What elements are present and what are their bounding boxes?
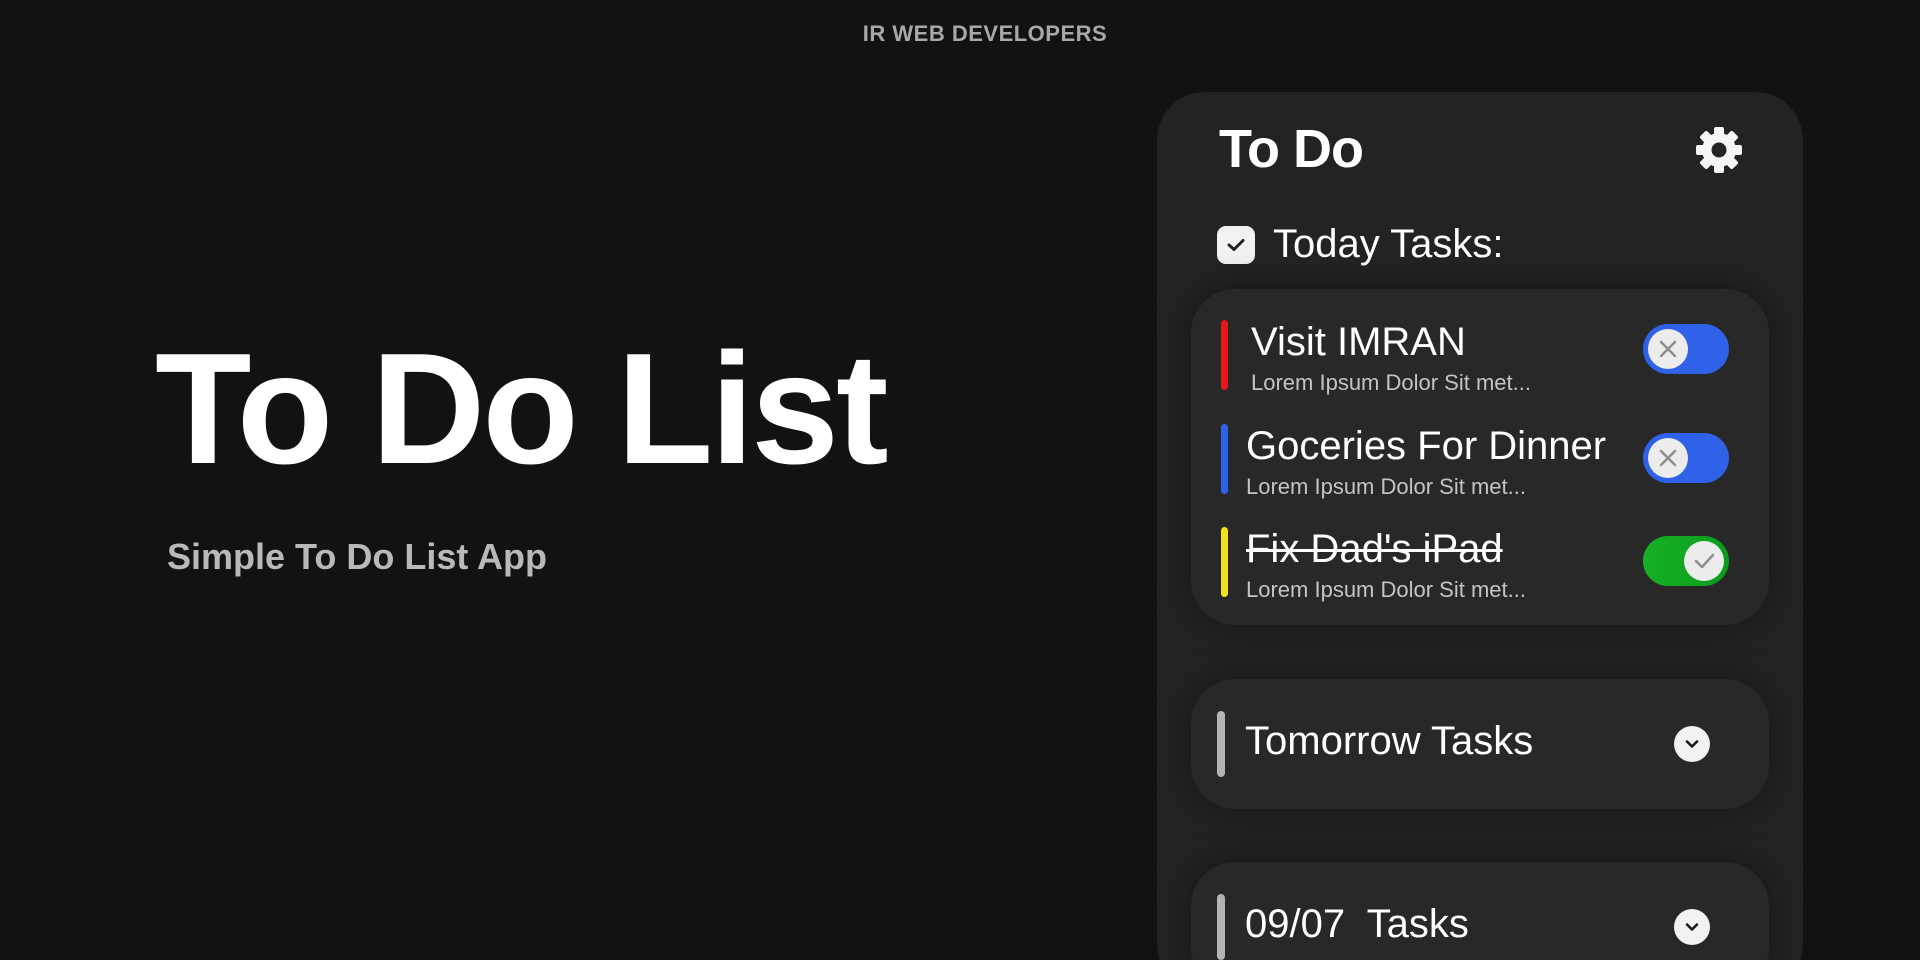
- today-tasks-header: Today Tasks:: [1217, 222, 1504, 267]
- brand-label: IR WEB DEVELOPERS: [862, 21, 1108, 46]
- task-item[interactable]: Goceries For Dinner Lorem Ipsum Dolor Si…: [1221, 424, 1741, 514]
- date-tasks-section[interactable]: 09/07 Tasks: [1191, 862, 1769, 960]
- toggle-knob: [1648, 438, 1688, 478]
- check-icon: [1694, 553, 1715, 569]
- task-toggle[interactable]: [1643, 433, 1729, 483]
- check-icon: [1227, 238, 1245, 251]
- section-label: Tomorrow Tasks: [1245, 719, 1534, 763]
- task-color-bar: [1221, 320, 1228, 390]
- tomorrow-tasks-section[interactable]: Tomorrow Tasks: [1191, 679, 1769, 809]
- task-item[interactable]: Fix Dad's iPad Lorem Ipsum Dolor Sit met…: [1221, 527, 1741, 617]
- task-title: Visit IMRAN: [1251, 320, 1466, 364]
- task-color-bar: [1221, 527, 1228, 597]
- task-color-bar: [1221, 424, 1228, 494]
- task-description: Lorem Ipsum Dolor Sit met...: [1246, 577, 1526, 602]
- chevron-down-icon[interactable]: [1674, 909, 1710, 945]
- task-item[interactable]: Visit IMRAN Lorem Ipsum Dolor Sit met...: [1221, 320, 1741, 410]
- task-toggle[interactable]: [1643, 536, 1729, 586]
- section-label: 09/07 Tasks: [1245, 902, 1469, 946]
- task-title: Goceries For Dinner: [1246, 424, 1607, 468]
- close-icon: [1659, 449, 1677, 467]
- task-description: Lorem Ipsum Dolor Sit met...: [1251, 370, 1531, 395]
- chevron-down-icon[interactable]: [1674, 726, 1710, 762]
- toggle-knob: [1684, 541, 1724, 581]
- app-title: To Do: [1219, 119, 1364, 179]
- section-bar: [1217, 711, 1225, 777]
- task-description: Lorem Ipsum Dolor Sit met...: [1246, 474, 1526, 499]
- toggle-knob: [1648, 329, 1688, 369]
- section-bar: [1217, 894, 1225, 960]
- hero-subtitle: Simple To Do List App: [167, 536, 547, 577]
- today-tasks-checkbox[interactable]: [1217, 225, 1255, 264]
- today-tasks-label: Today Tasks:: [1273, 222, 1504, 266]
- hero-title: To Do List: [155, 321, 889, 497]
- close-icon: [1659, 340, 1677, 358]
- page: IR WEB DEVELOPERS To Do List Simple To D…: [0, 0, 1920, 960]
- today-tasks-panel: Visit IMRAN Lorem Ipsum Dolor Sit met...…: [1191, 289, 1769, 625]
- task-title: Fix Dad's iPad: [1246, 527, 1503, 571]
- task-toggle[interactable]: [1643, 324, 1729, 374]
- todo-app-card: To Do Today Tasks: Visit IMRAN Lorem Ips…: [1157, 92, 1803, 960]
- gear-icon[interactable]: [1693, 124, 1745, 176]
